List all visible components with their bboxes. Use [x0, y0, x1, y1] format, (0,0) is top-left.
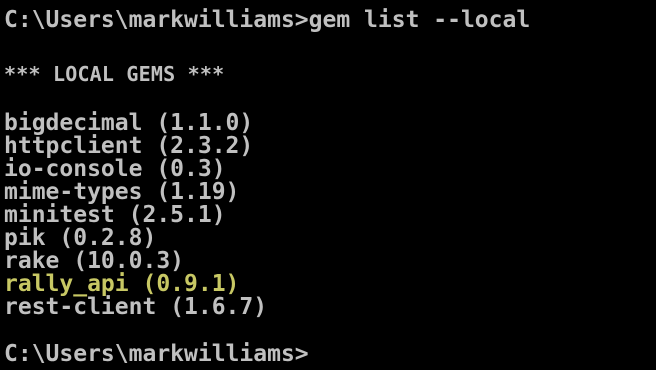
- local-gems-header: *** LOCAL GEMS ***: [4, 62, 225, 86]
- gem-list-item: mime-types (1.19): [4, 179, 240, 205]
- gem-list-item: rest-client (1.6.7): [4, 294, 268, 320]
- command-prompt[interactable]: C:\Users\markwilliams>: [4, 342, 309, 366]
- gem-list-item: io-console (0.3): [4, 156, 226, 182]
- gem-list-item-highlighted: rally_api (0.9.1): [4, 271, 240, 297]
- terminal-window[interactable]: C:\Users\markwilliams>gem list --local *…: [0, 0, 656, 370]
- gem-list-item: minitest (2.5.1): [4, 202, 226, 228]
- command-line: C:\Users\markwilliams>gem list --local: [4, 7, 531, 33]
- gem-list-item: pik (0.2.8): [4, 225, 157, 251]
- gem-list-item: httpclient (2.3.2): [4, 133, 254, 159]
- gem-list-item: rake (10.0.3): [4, 248, 185, 274]
- gem-list-item: bigdecimal (1.1.0): [4, 110, 254, 136]
